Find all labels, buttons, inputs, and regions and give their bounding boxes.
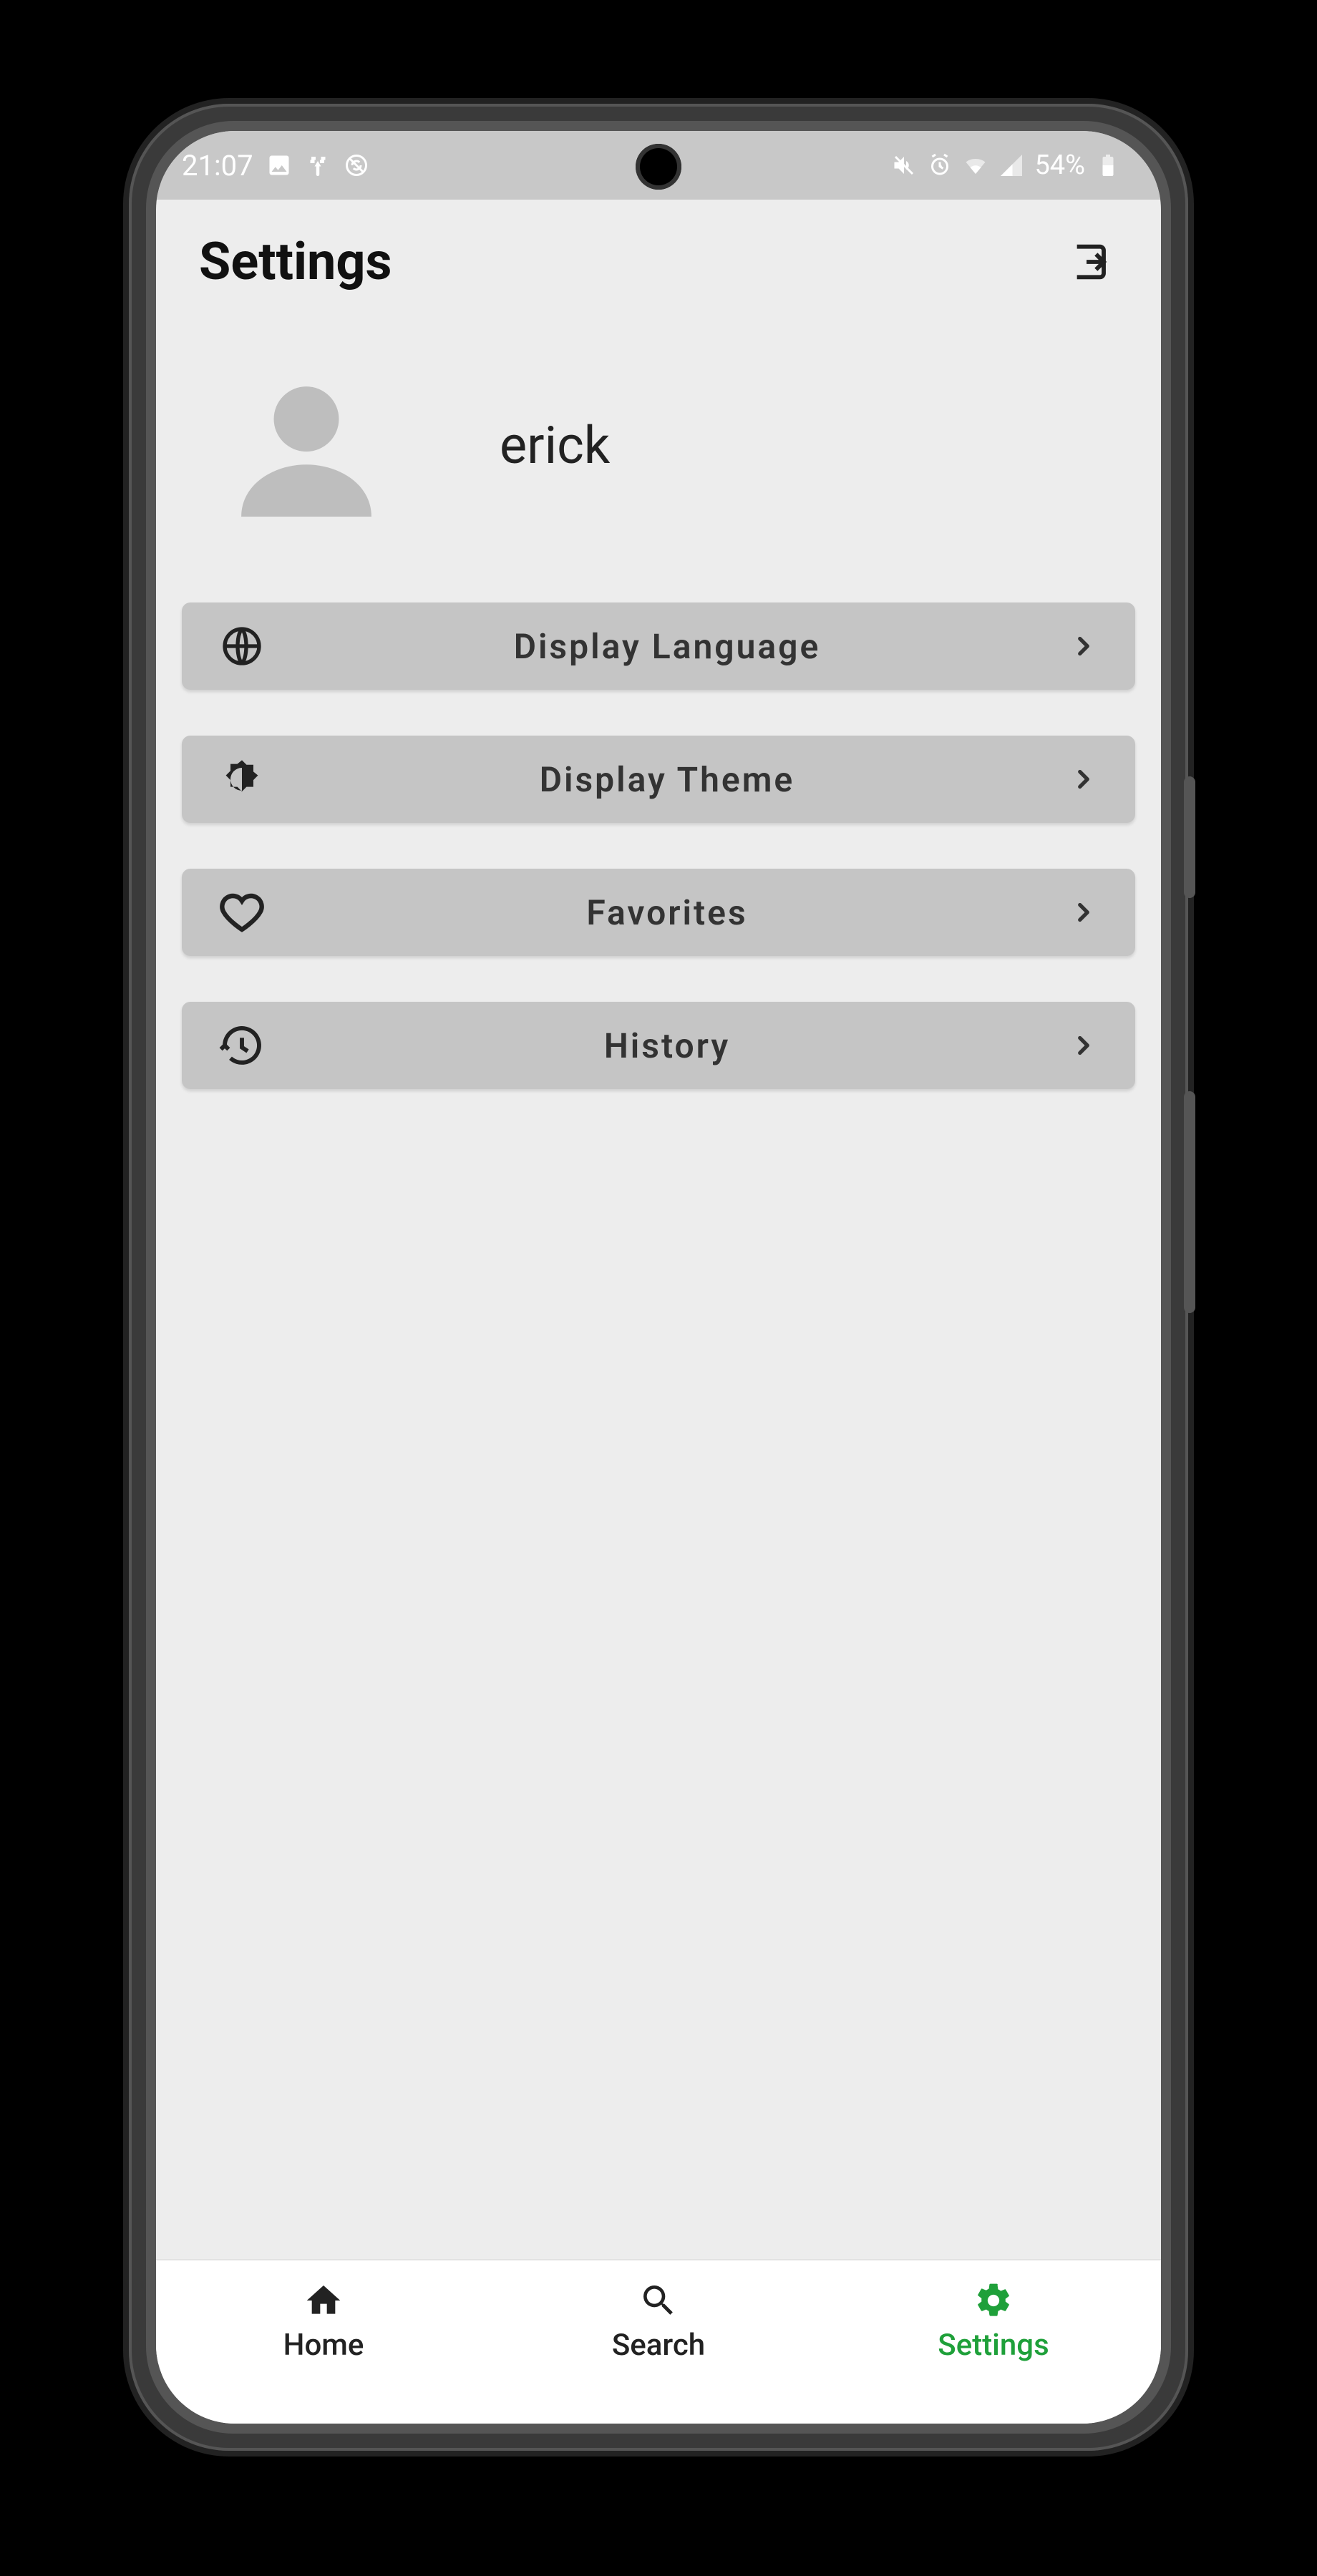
- page-header: Settings: [156, 200, 1161, 323]
- image-icon: [266, 152, 292, 178]
- sync-off-icon: [344, 152, 369, 178]
- history-icon: [216, 1020, 268, 1071]
- chevron-right-icon: [1066, 762, 1101, 796]
- settings-row-history[interactable]: History: [182, 1002, 1135, 1089]
- page-title: Settings: [199, 231, 392, 292]
- settings-row-label: Display Language: [268, 626, 1066, 667]
- signal-icon: [998, 152, 1024, 178]
- heart-icon: [216, 887, 268, 938]
- settings-row-display-theme[interactable]: Display Theme: [182, 736, 1135, 823]
- exit-icon: [1069, 239, 1115, 285]
- nav-settings-label: Settings: [938, 2328, 1049, 2363]
- logout-button[interactable]: [1066, 236, 1118, 288]
- chevron-right-icon: [1066, 629, 1101, 663]
- screen: 21:07: [156, 131, 1161, 2424]
- settings-row-favorites[interactable]: Favorites: [182, 869, 1135, 956]
- mute-icon: [891, 152, 917, 178]
- phone-side-button-2: [1184, 1091, 1195, 1313]
- globe-icon: [216, 620, 268, 672]
- status-time: 21:07: [182, 149, 253, 182]
- nav-search[interactable]: Search: [580, 2279, 737, 2363]
- brightness-icon: [216, 753, 268, 805]
- profile-row[interactable]: erick: [156, 323, 1161, 602]
- status-left: 21:07: [182, 149, 369, 182]
- status-right: 54%: [891, 150, 1121, 181]
- settings-row-display-language[interactable]: Display Language: [182, 602, 1135, 690]
- battery-icon: [1095, 152, 1121, 178]
- avatar: [228, 374, 385, 517]
- settings-list: Display Language Display Theme: [156, 602, 1161, 1089]
- chevron-right-icon: [1066, 1028, 1101, 1063]
- alarm-icon: [927, 152, 953, 178]
- settings-row-label: Display Theme: [268, 759, 1066, 800]
- nav-settings[interactable]: Settings: [915, 2279, 1072, 2363]
- nav-home-label: Home: [283, 2328, 364, 2363]
- home-icon: [302, 2279, 345, 2322]
- camera-punch-hole: [636, 144, 681, 190]
- battery-text: 54%: [1034, 150, 1085, 181]
- wifi-icon: [963, 152, 988, 178]
- search-icon: [637, 2279, 680, 2322]
- nav-home[interactable]: Home: [245, 2279, 402, 2363]
- person-icon: [228, 374, 385, 517]
- phone-side-button-1: [1184, 776, 1195, 898]
- settings-row-label: Favorites: [268, 892, 1066, 933]
- gear-icon: [972, 2279, 1015, 2322]
- chevron-right-icon: [1066, 895, 1101, 930]
- nav-search-label: Search: [612, 2328, 705, 2363]
- profile-name: erick: [500, 415, 610, 476]
- phone-frame: 21:07: [129, 104, 1188, 2451]
- settings-row-label: History: [268, 1025, 1066, 1066]
- bottom-nav: Home Search Settings: [156, 2259, 1161, 2424]
- usb-icon: [305, 152, 331, 178]
